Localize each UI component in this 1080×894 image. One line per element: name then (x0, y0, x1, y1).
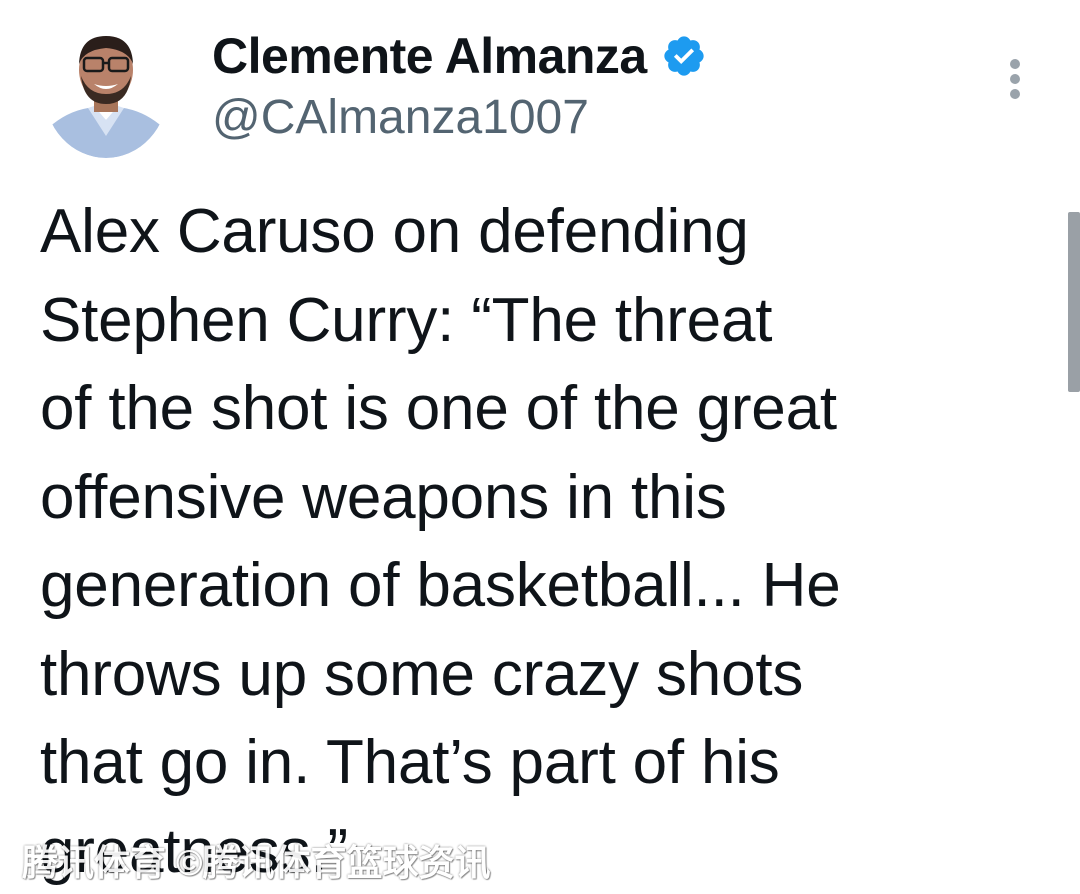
author-name-row: Clemente Almanza (212, 26, 707, 86)
watermark-text: 腾讯体育 ©腾讯体育篮球资讯 (22, 842, 491, 883)
vertical-ellipsis-icon[interactable] (998, 54, 1032, 104)
avatar-photo-icon (44, 24, 168, 158)
scrollbar-thumb[interactable] (1068, 212, 1080, 392)
author-handle[interactable]: @CAlmanza1007 (212, 90, 589, 145)
author-avatar[interactable] (44, 24, 168, 158)
author-display-name[interactable]: Clemente Almanza (212, 27, 647, 85)
tweet-body-text: Alex Caruso on defending Stephen Curry: … (40, 197, 841, 886)
verified-badge-icon (661, 33, 707, 79)
scrollbar-track[interactable] (1066, 0, 1080, 894)
